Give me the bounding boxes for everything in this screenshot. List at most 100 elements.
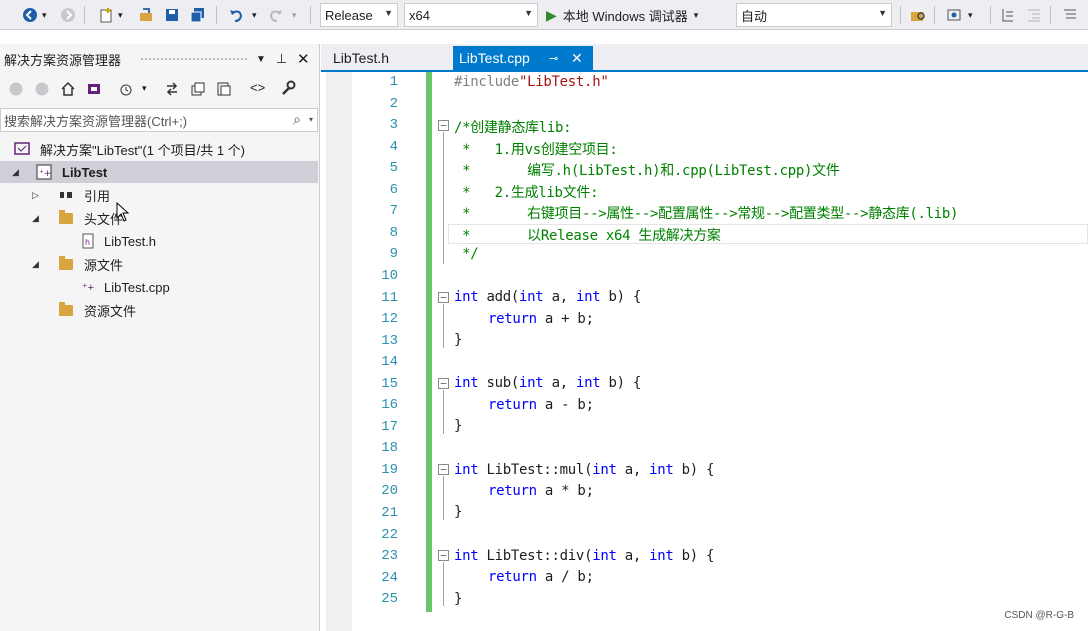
redo-dropdown-icon[interactable]: ▾ xyxy=(292,4,297,26)
open-file-icon[interactable] xyxy=(136,4,156,26)
tree-item-label: 引用 xyxy=(84,188,111,204)
close-tab-icon[interactable]: ✕ xyxy=(571,50,583,67)
line-number: 3 xyxy=(389,117,398,134)
undo-icon[interactable] xyxy=(226,4,246,26)
line-number: 19 xyxy=(381,461,398,478)
tree-item-solution[interactable]: 解决方案"LibTest"(1 个项目/共 1 个) xyxy=(0,138,318,160)
screenshot-dropdown-icon[interactable]: ▾ xyxy=(968,4,973,26)
collapse-icon[interactable]: − xyxy=(438,292,449,303)
code-line-19: int LibTest::mul(int a, int b) { xyxy=(454,462,715,478)
screenshot-icon[interactable] xyxy=(944,4,964,26)
line-number: 1 xyxy=(389,74,398,90)
config-value: Release xyxy=(325,7,373,23)
line-number: 24 xyxy=(381,569,398,586)
tree-item-label: LibTest xyxy=(62,164,108,180)
start-debug-button[interactable]: ▶ 本地 Windows 调试器 ▾ xyxy=(546,4,732,26)
line-number: 18 xyxy=(381,440,398,457)
tab-libtest-cpp[interactable]: LibTest.cpp ⊸ ✕ xyxy=(453,46,593,70)
tree-item-project[interactable]: ◢ ⁺+ LibTest xyxy=(0,161,318,183)
collapse-all-icon[interactable] xyxy=(190,81,206,100)
change-tracking-bar xyxy=(426,72,432,612)
code-line-12: return a + b; xyxy=(488,311,594,327)
collapse-icon[interactable]: − xyxy=(438,120,449,131)
tab-libtest-h[interactable]: LibTest.h xyxy=(327,46,447,70)
comment-icon[interactable] xyxy=(1060,4,1080,26)
expanded-arrow-icon[interactable]: ◢ xyxy=(12,167,19,178)
tree-item-resource-files[interactable]: 资源文件 xyxy=(0,299,318,321)
close-icon[interactable]: ✕ xyxy=(297,50,310,68)
expanded-arrow-icon[interactable]: ◢ xyxy=(32,213,39,224)
run-mode-value: 自动 xyxy=(741,8,768,24)
line-number: 21 xyxy=(381,505,398,521)
outline-icon[interactable] xyxy=(998,4,1018,26)
line-number: 8 xyxy=(389,224,398,241)
tree-item-source-files[interactable]: ◢ 源文件 xyxy=(0,253,318,275)
new-dropdown-icon[interactable]: ▾ xyxy=(118,4,123,26)
filter-folder-icon xyxy=(58,209,74,226)
line-number: 17 xyxy=(381,418,398,435)
code-editor[interactable]: 1 2 3 4 5 6 7 8 9 10 11 12 13 14 15 16 17 18 19 20 21 22 23 24 2… xyxy=(352,72,1088,631)
project-icon: ⁺+ xyxy=(36,164,52,180)
collapse-icon[interactable]: − xyxy=(438,378,449,389)
code-line-8: * 以Release x64 生成解决方案 xyxy=(454,228,721,244)
tree-item-libtest-cpp[interactable]: ⁺+ LibTest.cpp xyxy=(0,276,318,298)
panel-menu-icon[interactable]: ▼ xyxy=(256,54,266,65)
line-number: 20 xyxy=(381,483,398,500)
play-icon: ▶ xyxy=(546,6,557,23)
code-line-21: } xyxy=(454,504,463,520)
indent-icon[interactable] xyxy=(1024,4,1044,26)
show-all-files-icon[interactable] xyxy=(216,81,232,100)
redo-icon[interactable] xyxy=(266,4,286,26)
panel-title: 解决方案资源管理器 xyxy=(4,52,122,68)
mouse-cursor-icon xyxy=(116,201,130,225)
code-view-icon[interactable]: <> xyxy=(250,80,265,95)
search-placeholder: 搜索解决方案资源管理器(Ctrl+;) xyxy=(4,113,188,129)
find-in-files-icon[interactable] xyxy=(908,4,928,26)
line-number: 23 xyxy=(381,548,398,565)
code-line-11: int add(int a, int b) { xyxy=(454,289,641,305)
code-line-20: return a * b; xyxy=(488,483,594,499)
back-dropdown-icon[interactable]: ▾ xyxy=(42,4,47,26)
collapse-icon[interactable]: − xyxy=(438,550,449,561)
line-number: 13 xyxy=(381,332,398,349)
undo-dropdown-icon[interactable]: ▾ xyxy=(252,4,257,26)
chevron-down-icon: ▾ xyxy=(693,9,699,20)
collapsed-arrow-icon[interactable]: ▷ xyxy=(32,190,39,201)
pin-tab-icon[interactable]: ⊸ xyxy=(549,52,558,65)
tree-item-libtest-h[interactable]: h LibTest.h xyxy=(0,230,318,252)
code-line-25: } xyxy=(454,591,463,607)
run-mode-select[interactable]: 自动 ▼ xyxy=(736,3,892,27)
platform-select[interactable]: x64 ▼ xyxy=(404,3,538,27)
tree-item-references[interactable]: ▷ 引用 xyxy=(0,184,318,206)
pin-icon[interactable]: ⊥ xyxy=(276,51,287,67)
properties-wrench-icon[interactable] xyxy=(280,80,296,99)
config-select[interactable]: Release ▼ xyxy=(320,3,398,27)
pending-changes-filter-icon[interactable] xyxy=(118,81,134,100)
line-number: 11 xyxy=(381,289,398,306)
sync-icon[interactable] xyxy=(164,81,180,100)
back-icon[interactable] xyxy=(8,81,24,100)
forward-icon[interactable] xyxy=(34,81,50,100)
main-toolbar: ▾ ▾ ▾ ▾ Release ▼ x64 ▼ ▶ 本地 Windows 调试器… xyxy=(0,0,1088,30)
switch-views-icon[interactable] xyxy=(86,81,102,100)
back-icon[interactable] xyxy=(20,4,40,26)
line-number: 12 xyxy=(381,311,398,328)
code-line-24: return a / b; xyxy=(488,569,594,585)
expanded-arrow-icon[interactable]: ◢ xyxy=(32,259,39,270)
solution-search-input[interactable]: 搜索解决方案资源管理器(Ctrl+;) ⌕ ▾ xyxy=(0,108,318,132)
code-line-3: /*创建静态库lib: xyxy=(454,120,572,136)
start-debug-label: 本地 Windows 调试器 xyxy=(562,8,688,24)
save-icon[interactable] xyxy=(162,4,182,26)
forward-icon[interactable] xyxy=(58,4,78,26)
save-all-icon[interactable] xyxy=(188,4,208,26)
new-project-icon[interactable] xyxy=(96,4,116,26)
code-line-9: */ xyxy=(454,246,479,262)
search-icon[interactable]: ⌕ xyxy=(293,111,301,128)
filter-dropdown-icon[interactable]: ▾ xyxy=(142,83,147,94)
home-icon[interactable] xyxy=(60,81,76,100)
svg-text:h: h xyxy=(85,238,90,247)
tree-item-header-files[interactable]: ◢ 头文件 xyxy=(0,207,318,229)
collapse-icon[interactable]: − xyxy=(438,464,449,475)
code-line-7: * 右键项目-->属性-->配置属性-->常规-->配置类型-->静态库(.li… xyxy=(454,206,959,222)
search-options-icon[interactable]: ▾ xyxy=(309,115,313,124)
